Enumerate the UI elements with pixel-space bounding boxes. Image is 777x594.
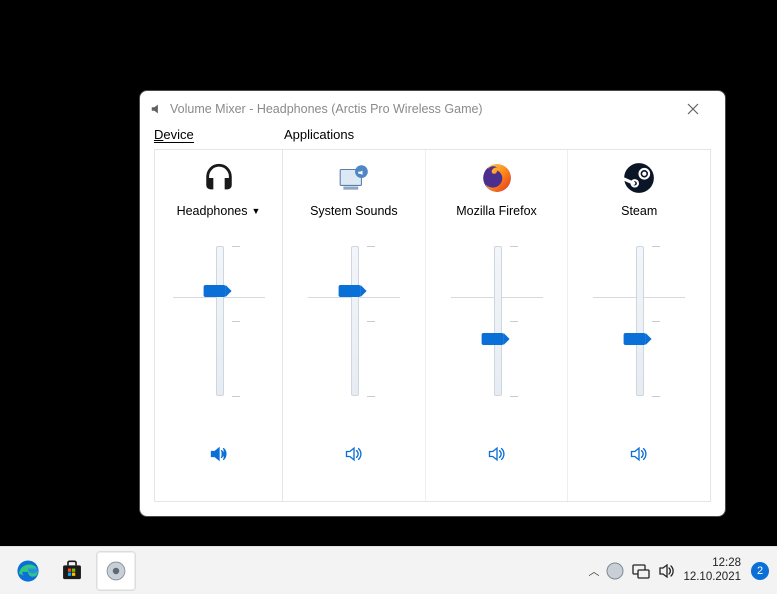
- notification-badge[interactable]: 2: [751, 562, 769, 580]
- speaker-icon: [150, 102, 164, 116]
- headphones-icon: [202, 161, 236, 195]
- slider-thumb[interactable]: [338, 285, 360, 297]
- app-volume-slider[interactable]: [314, 246, 394, 416]
- app-mute-button[interactable]: [342, 442, 366, 466]
- window-title: Volume Mixer - Headphones (Arctis Pro Wi…: [170, 102, 671, 116]
- firefox-icon: [480, 161, 514, 195]
- slider-thumb[interactable]: [624, 333, 646, 345]
- device-selector[interactable]: Headphones ▼: [177, 200, 261, 222]
- app-volume-slider[interactable]: [457, 246, 537, 416]
- tray-overflow-button[interactable]: ︿: [588, 563, 599, 579]
- taskbar-item-volume-mixer[interactable]: [96, 551, 136, 591]
- taskbar-item-store[interactable]: [52, 551, 92, 591]
- titlebar[interactable]: Volume Mixer - Headphones (Arctis Pro Wi…: [140, 91, 725, 127]
- volume-mixer-window: Volume Mixer - Headphones (Arctis Pro Wi…: [139, 90, 726, 517]
- microsoft-store-icon: [59, 558, 85, 584]
- taskbar-clock[interactable]: 12:28 12.10.2021: [683, 557, 741, 583]
- volume-mixer-icon: [103, 558, 129, 584]
- network-icon[interactable]: [631, 561, 651, 581]
- edge-icon: [15, 558, 41, 584]
- device-label: Headphones: [177, 204, 248, 218]
- volume-icon: [487, 444, 507, 464]
- clock-time: 12:28: [683, 557, 741, 570]
- system-sounds-icon: [337, 161, 371, 195]
- slider-thumb[interactable]: [203, 285, 225, 297]
- device-mute-button[interactable]: [207, 442, 231, 466]
- chevron-down-icon: ▼: [251, 206, 260, 216]
- taskbar: ︿ 12:28 12.10.2021 2: [0, 546, 777, 594]
- slider-thumb[interactable]: [481, 333, 503, 345]
- device-section-label: Device: [154, 127, 284, 149]
- volume-icon: [344, 444, 364, 464]
- speaker-tray-icon[interactable]: [657, 561, 677, 581]
- clock-date: 12.10.2021: [683, 571, 741, 584]
- app-label: Mozilla Firefox: [456, 204, 537, 218]
- tray-app-icon[interactable]: [605, 561, 625, 581]
- app-mute-button[interactable]: [627, 442, 651, 466]
- app-panel-system-sounds: System Sounds: [283, 150, 426, 501]
- device-panel: Headphones ▼: [155, 150, 283, 501]
- mixer-panels: Headphones ▼: [154, 149, 711, 502]
- app-panel-steam: Steam: [568, 150, 710, 501]
- volume-icon: [209, 444, 229, 464]
- app-panel-firefox: Mozilla Firefox: [426, 150, 569, 501]
- app-label: System Sounds: [310, 204, 398, 218]
- app-volume-slider[interactable]: [599, 246, 679, 416]
- volume-icon: [629, 444, 649, 464]
- steam-icon: [622, 161, 656, 195]
- close-button[interactable]: [671, 93, 715, 125]
- close-icon: [687, 103, 699, 115]
- device-volume-slider[interactable]: [179, 246, 259, 416]
- app-mute-button[interactable]: [485, 442, 509, 466]
- applications-section-label: Applications: [284, 127, 354, 149]
- app-label: Steam: [621, 204, 657, 218]
- taskbar-item-edge[interactable]: [8, 551, 48, 591]
